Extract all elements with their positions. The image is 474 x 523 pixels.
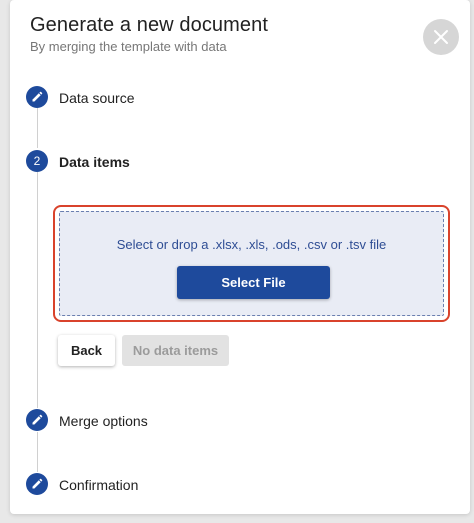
- file-dropzone[interactable]: Select or drop a .xlsx, .xls, .ods, .csv…: [59, 211, 444, 316]
- step-2-marker: 2: [26, 150, 48, 172]
- generate-document-dialog: Generate a new document By merging the t…: [10, 0, 470, 514]
- stepper-connector: [37, 432, 38, 472]
- step-1-label[interactable]: Data source: [59, 90, 134, 106]
- select-file-button[interactable]: Select File: [177, 266, 330, 299]
- pencil-icon: [32, 478, 43, 489]
- pencil-icon: [32, 91, 43, 102]
- step-2-label: Data items: [59, 154, 130, 170]
- close-button[interactable]: [423, 19, 459, 55]
- file-dropzone-highlight: Select or drop a .xlsx, .xls, .ods, .csv…: [53, 205, 450, 322]
- dropzone-instructions: Select or drop a .xlsx, .xls, .ods, .csv…: [116, 237, 387, 252]
- stepper-connector: [37, 172, 38, 408]
- dialog-title: Generate a new document: [30, 14, 269, 36]
- step-4-marker: [26, 473, 48, 495]
- dialog-subtitle: By merging the template with data: [30, 39, 227, 54]
- stepper-connector: [37, 108, 38, 148]
- pencil-icon: [32, 414, 43, 425]
- back-button[interactable]: Back: [58, 335, 115, 366]
- close-icon: [434, 30, 448, 44]
- step-3-marker: [26, 409, 48, 431]
- step-4-label[interactable]: Confirmation: [59, 477, 138, 493]
- step-3-label[interactable]: Merge options: [59, 413, 148, 429]
- step-1-marker: [26, 86, 48, 108]
- no-data-items-button: No data items: [122, 335, 229, 366]
